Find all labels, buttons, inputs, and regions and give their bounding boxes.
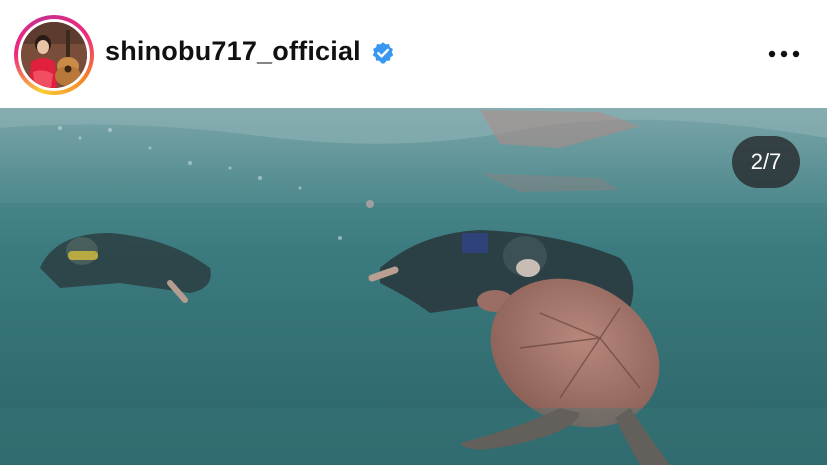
post-photo[interactable] [0,108,827,465]
carousel-counter: 2/7 [732,136,800,188]
avatar[interactable] [21,22,87,88]
more-horizontal-icon[interactable] [764,40,804,68]
username[interactable]: shinobu717_official [105,36,361,67]
story-ring[interactable] [14,15,94,95]
avatar-gap [18,19,90,91]
verified-badge-icon [372,42,394,64]
avatar-image [21,22,87,88]
post-header: shinobu717_official [0,0,827,108]
underwater-turtle-photo [0,108,827,465]
